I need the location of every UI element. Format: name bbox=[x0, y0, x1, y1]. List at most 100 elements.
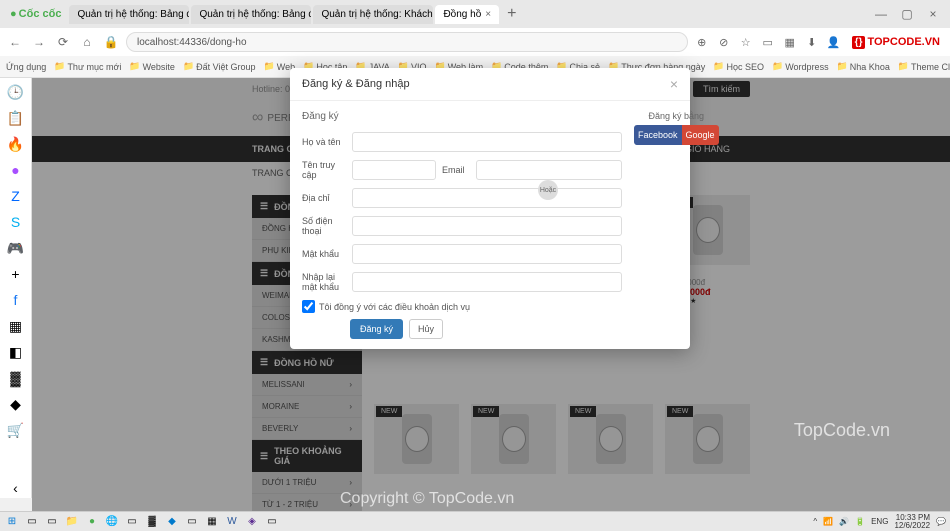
back-icon[interactable]: ← bbox=[6, 33, 24, 51]
app-icon[interactable]: ◧ bbox=[6, 342, 26, 362]
volume-icon[interactable]: 🔊 bbox=[839, 517, 849, 526]
confirm-field[interactable] bbox=[352, 272, 622, 292]
download-icon[interactable]: ⬇ bbox=[804, 34, 820, 50]
tab-label: Quản trị hệ thống: Khách hà bbox=[321, 9, 433, 20]
lang-indicator[interactable]: ENG bbox=[871, 517, 888, 526]
add-icon[interactable]: + bbox=[6, 264, 26, 284]
app-sidebar: 🕒 📋 🔥 ● Z S 🎮 + f ▦ ◧ ▓ ◆ 🛒 ‹ bbox=[0, 78, 32, 498]
task-app-icon[interactable]: ▭ bbox=[24, 514, 40, 530]
maximize-icon[interactable]: ▢ bbox=[898, 5, 916, 23]
cancel-button[interactable]: Hủy bbox=[409, 319, 443, 339]
app-icon[interactable]: ▓ bbox=[6, 368, 26, 388]
vscode-icon[interactable]: ◆ bbox=[164, 514, 180, 530]
explorer-icon[interactable]: 📁 bbox=[64, 514, 80, 530]
tab-label: Quản trị hệ thống: Bảng điề bbox=[77, 9, 189, 20]
tab-active[interactable]: Đồng hồ× bbox=[435, 5, 499, 24]
agree-checkbox[interactable] bbox=[302, 300, 315, 313]
bookmark[interactable]: 📁Thư mục mới bbox=[54, 61, 121, 72]
address-field[interactable] bbox=[352, 188, 622, 208]
zalo-icon[interactable]: Z bbox=[6, 186, 26, 206]
submit-button[interactable]: Đăng ký bbox=[350, 319, 403, 339]
collapse-icon[interactable]: ‹ bbox=[6, 478, 26, 498]
task-app-icon[interactable]: ▭ bbox=[44, 514, 60, 530]
google-button[interactable]: Google bbox=[682, 125, 719, 145]
home-icon[interactable]: ⌂ bbox=[78, 33, 96, 51]
bookmark[interactable]: 📁Theme Clone bbox=[898, 61, 950, 72]
browser-icon[interactable]: ● bbox=[84, 514, 100, 530]
bookmark[interactable]: 📁Đất Việt Group bbox=[183, 61, 256, 72]
address-label: Địa chỉ bbox=[302, 193, 346, 203]
extension-icon[interactable]: ▦ bbox=[782, 34, 798, 50]
reload-icon[interactable]: ⟳ bbox=[54, 33, 72, 51]
task-app-icon[interactable]: ▭ bbox=[124, 514, 140, 530]
address-bar[interactable] bbox=[126, 32, 688, 52]
profile-icon[interactable]: 👤 bbox=[826, 34, 842, 50]
topcode-badge: {}TOPCODE.VN bbox=[848, 34, 944, 51]
bookmark[interactable]: 📁Nha Khoa bbox=[837, 61, 890, 72]
tray-icon[interactable]: ^ bbox=[813, 517, 817, 526]
wifi-icon[interactable]: 📶 bbox=[823, 517, 833, 526]
facebook-icon[interactable]: f bbox=[6, 290, 26, 310]
phone-field[interactable] bbox=[352, 216, 622, 236]
note-icon[interactable]: 📋 bbox=[6, 108, 26, 128]
lock-icon: 🔒 bbox=[102, 33, 120, 51]
cart-icon[interactable]: 🛒 bbox=[6, 420, 26, 440]
tab-label: Quản trị hệ thống: Bảng điề bbox=[199, 9, 311, 20]
task-app-icon[interactable]: ▭ bbox=[184, 514, 200, 530]
clock-date[interactable]: 12/6/2022 bbox=[894, 522, 930, 530]
forward-icon[interactable]: → bbox=[30, 33, 48, 51]
window-close-icon[interactable]: × bbox=[924, 5, 942, 23]
skype-icon[interactable]: S bbox=[6, 212, 26, 232]
taskbar: ⊞ ▭ ▭ 📁 ● 🌐 ▭ ▓ ◆ ▭ ▦ W ◈ ▭ ^ 📶 🔊 🔋 ENG … bbox=[0, 511, 950, 531]
email-label: Email bbox=[442, 165, 470, 175]
history-icon[interactable]: 🕒 bbox=[6, 82, 26, 102]
vs-icon[interactable]: ◈ bbox=[244, 514, 260, 530]
zoom-icon[interactable]: ⊕ bbox=[694, 34, 710, 50]
email-field[interactable] bbox=[476, 160, 622, 180]
app-icon[interactable]: ◆ bbox=[6, 394, 26, 414]
start-icon[interactable]: ⊞ bbox=[4, 514, 20, 530]
shield-icon[interactable]: ⊘ bbox=[716, 34, 732, 50]
tab[interactable]: Quản trị hệ thống: Bảng điề× bbox=[191, 5, 311, 24]
register-form: Đăng ký Họ và tên Tên truy cập Email Địa… bbox=[302, 111, 622, 339]
new-tab-button[interactable]: + bbox=[501, 5, 522, 23]
facebook-button[interactable]: Facebook bbox=[634, 125, 682, 145]
game-icon[interactable]: 🎮 bbox=[6, 238, 26, 258]
minimize-icon[interactable]: — bbox=[872, 5, 890, 23]
bookmark[interactable]: Ứng dụng bbox=[6, 62, 46, 72]
browser-logo: Cốc cốc bbox=[4, 8, 67, 20]
cast-icon[interactable]: ▭ bbox=[760, 34, 776, 50]
tab[interactable]: Quản trị hệ thống: Bảng điề× bbox=[69, 5, 189, 24]
battery-icon[interactable]: 🔋 bbox=[855, 517, 865, 526]
username-label: Tên truy cập bbox=[302, 160, 346, 180]
chrome-icon[interactable]: 🌐 bbox=[104, 514, 120, 530]
register-modal: Đăng ký & Đăng nhập × Đăng ký Họ và tên … bbox=[290, 68, 690, 349]
password-field[interactable] bbox=[352, 244, 622, 264]
username-field[interactable] bbox=[352, 160, 436, 180]
star-icon[interactable]: ☆ bbox=[738, 34, 754, 50]
form-subtitle: Đăng ký bbox=[302, 111, 622, 122]
fullname-label: Họ và tên bbox=[302, 137, 346, 147]
bookmark[interactable]: 📁Wordpress bbox=[772, 61, 829, 72]
word-icon[interactable]: W bbox=[224, 514, 240, 530]
task-app-icon[interactable]: ▦ bbox=[204, 514, 220, 530]
close-icon[interactable]: × bbox=[670, 76, 678, 92]
task-app-icon[interactable]: ▭ bbox=[264, 514, 280, 530]
or-divider: Hoặc bbox=[538, 180, 558, 200]
modal-title: Đăng ký & Đăng nhập bbox=[302, 78, 410, 90]
tab[interactable]: Quản trị hệ thống: Khách hà× bbox=[313, 5, 433, 24]
notification-icon[interactable]: 💬 bbox=[936, 517, 946, 526]
bookmark[interactable]: 📁Website bbox=[129, 61, 175, 72]
social-title: Đăng ký bằng bbox=[634, 111, 719, 121]
modal-header: Đăng ký & Đăng nhập × bbox=[290, 68, 690, 101]
url-bar: ← → ⟳ ⌂ 🔒 ⊕ ⊘ ☆ ▭ ▦ ⬇ 👤 {}TOPCODE.VN bbox=[0, 28, 950, 56]
fullname-field[interactable] bbox=[352, 132, 622, 152]
social-login: Đăng ký bằng Facebook Google bbox=[634, 111, 719, 339]
app-icon[interactable]: ▦ bbox=[6, 316, 26, 336]
phone-label: Số điện thoại bbox=[302, 216, 346, 236]
fire-icon[interactable]: 🔥 bbox=[6, 134, 26, 154]
close-icon[interactable]: × bbox=[485, 9, 491, 20]
task-app-icon[interactable]: ▓ bbox=[144, 514, 160, 530]
bookmark[interactable]: 📁Học SEO bbox=[713, 61, 764, 72]
messenger-icon[interactable]: ● bbox=[6, 160, 26, 180]
